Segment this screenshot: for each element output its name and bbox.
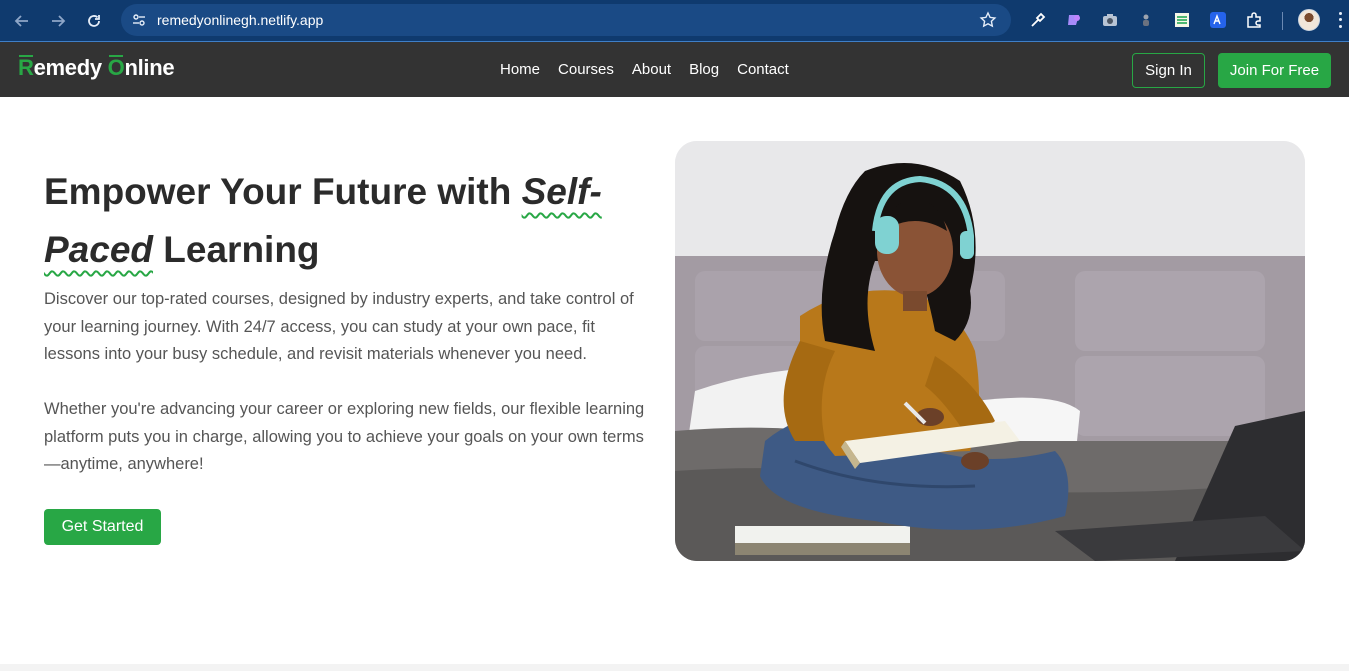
reload-icon[interactable] xyxy=(82,9,106,33)
url-text[interactable]: remedyonlinegh.netlify.app xyxy=(157,12,323,28)
address-bar[interactable]: remedyonlinegh.netlify.app xyxy=(121,4,1011,36)
extensions-puzzle-icon[interactable] xyxy=(1244,10,1264,30)
hero-title-part2: Learning xyxy=(153,229,320,270)
back-icon[interactable] xyxy=(10,9,34,33)
hero-title-emphasis-self: Self- xyxy=(521,171,602,212)
logo-word-remedy: emedy xyxy=(33,55,108,80)
join-for-free-button[interactable]: Join For Free xyxy=(1218,53,1331,88)
hero-image xyxy=(675,141,1305,561)
nav-link-courses[interactable]: Courses xyxy=(558,61,614,78)
student-studying-illustration xyxy=(675,141,1305,561)
extension-icon[interactable] xyxy=(1136,10,1156,30)
nav-link-home[interactable]: Home xyxy=(500,61,540,78)
site-logo[interactable]: Remedy Online xyxy=(18,55,175,81)
forward-icon[interactable] xyxy=(46,9,70,33)
menu-dots-icon[interactable] xyxy=(1334,10,1346,30)
nav-link-about[interactable]: About xyxy=(632,61,671,78)
hero-paragraph-2: Whether you're advancing your career or … xyxy=(44,400,645,473)
hero-title: Empower Your Future with Self- Paced Lear… xyxy=(44,163,644,279)
site-info-icon[interactable] xyxy=(129,10,149,30)
sign-in-button[interactable]: Sign In xyxy=(1132,53,1205,88)
color-extension-icon[interactable] xyxy=(1064,10,1084,30)
hero-title-emphasis-paced: Paced xyxy=(44,229,154,270)
page-bottom-edge xyxy=(0,664,1349,671)
nav-link-blog[interactable]: Blog xyxy=(689,61,719,78)
sheet-extension-icon[interactable] xyxy=(1172,10,1192,30)
hero-paragraph-1: Discover our top-rated courses, designed… xyxy=(44,290,634,363)
logo-accent-letter-r: R xyxy=(18,55,34,80)
profile-avatar[interactable] xyxy=(1298,9,1320,31)
translate-extension-icon[interactable] xyxy=(1208,10,1228,30)
nav-link-contact[interactable]: Contact xyxy=(737,61,789,78)
hero-title-part1: Empower Your Future with xyxy=(44,171,522,212)
camera-extension-icon[interactable] xyxy=(1100,10,1120,30)
logo-accent-letter-o: O xyxy=(107,55,125,80)
site-navbar: Remedy Online Home Courses About Blog Co… xyxy=(0,42,1349,97)
eyedropper-extension-icon[interactable] xyxy=(1028,10,1048,30)
bookmark-star-icon[interactable] xyxy=(979,11,997,29)
main-menu: Home Courses About Blog Contact xyxy=(500,61,807,78)
toolbar-divider xyxy=(1282,12,1283,30)
get-started-button[interactable]: Get Started xyxy=(44,509,161,545)
browser-toolbar: remedyonlinegh.netlify.app xyxy=(0,0,1349,42)
logo-word-online: nline xyxy=(124,55,175,80)
